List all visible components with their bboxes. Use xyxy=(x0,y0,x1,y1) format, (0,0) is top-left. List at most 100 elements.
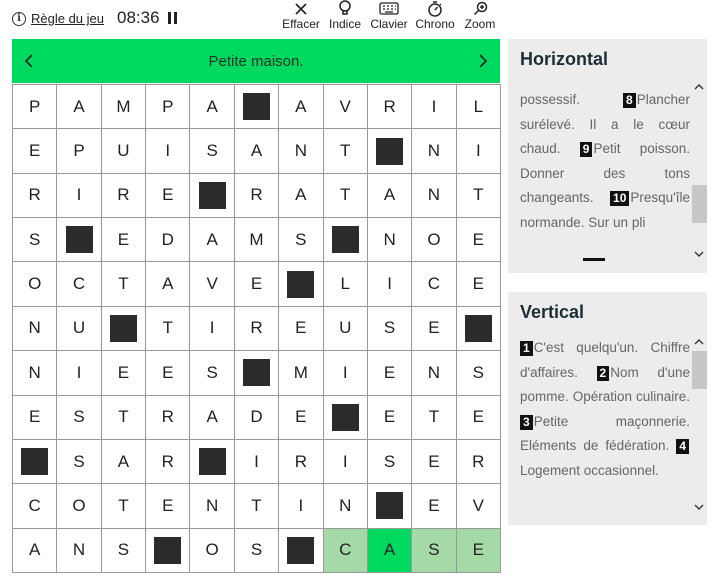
grid-cell[interactable]: I xyxy=(146,129,191,174)
grid-cell[interactable]: T xyxy=(323,129,368,174)
grid-cell[interactable]: E xyxy=(367,395,413,440)
grid-cell[interactable]: R xyxy=(13,173,58,219)
grid-cell[interactable]: S xyxy=(279,218,324,263)
keyboard-button[interactable]: Clavier xyxy=(364,0,414,31)
grid-cell[interactable]: C xyxy=(57,262,102,307)
grid-cell[interactable]: I xyxy=(190,306,235,352)
clue-text[interactable]: Logement occasionnel. xyxy=(520,463,659,478)
erase-button[interactable]: Effacer xyxy=(276,0,326,31)
previous-clue-button[interactable] xyxy=(14,39,44,83)
grid-cell[interactable]: P xyxy=(146,85,191,130)
grid-cell[interactable]: E xyxy=(101,351,147,396)
grid-cell[interactable]: S xyxy=(367,306,413,352)
grid-cell[interactable]: S xyxy=(190,129,235,174)
grid-cell[interactable]: I xyxy=(279,484,324,529)
grid-cell[interactable]: A xyxy=(279,85,324,130)
grid-cell[interactable]: S xyxy=(412,528,457,573)
grid-cell[interactable]: T xyxy=(412,395,457,440)
grid-cell[interactable]: O xyxy=(412,218,457,263)
grid-cell[interactable]: S xyxy=(456,351,501,396)
grid-cell[interactable]: M xyxy=(234,218,280,263)
grid-cell[interactable]: O xyxy=(190,528,235,573)
grid-cell[interactable]: V xyxy=(190,262,235,307)
chevron-up-icon[interactable] xyxy=(691,334,707,348)
grid-cell[interactable]: P xyxy=(13,85,58,130)
grid-cell[interactable]: V xyxy=(456,484,501,529)
grid-cell[interactable]: I xyxy=(367,262,413,307)
grid-cell[interactable]: O xyxy=(57,484,102,529)
grid-cell[interactable]: A xyxy=(367,528,413,573)
grid-cell[interactable]: N xyxy=(279,129,324,174)
grid-cell[interactable]: N xyxy=(13,306,58,352)
grid-cell[interactable]: R xyxy=(101,173,147,219)
clue-text[interactable]: possessif. xyxy=(520,92,580,107)
grid-cell[interactable]: S xyxy=(234,528,280,573)
grid-cell[interactable]: A xyxy=(57,85,102,130)
grid-cell[interactable]: S xyxy=(367,439,413,485)
grid-cell[interactable]: O xyxy=(13,262,58,307)
hint-button[interactable]: Indice xyxy=(320,0,370,31)
grid-cell[interactable]: R xyxy=(279,439,324,485)
grid-cell[interactable]: A xyxy=(234,129,280,174)
grid-cell[interactable]: E xyxy=(412,439,457,485)
grid-cell[interactable]: T xyxy=(101,484,147,529)
grid-cell[interactable]: T xyxy=(101,395,147,440)
grid-cell[interactable]: A xyxy=(101,439,147,485)
grid-cell[interactable]: N xyxy=(412,129,457,174)
grid-cell[interactable]: R xyxy=(146,439,191,485)
grid-cell[interactable]: L xyxy=(456,85,501,130)
grid-cell[interactable]: T xyxy=(323,173,368,219)
grid-cell[interactable]: D xyxy=(146,218,191,263)
chevron-down-icon[interactable] xyxy=(691,500,707,514)
grid-cell[interactable]: S xyxy=(101,528,147,573)
grid-cell[interactable]: T xyxy=(101,262,147,307)
grid-cell[interactable]: A xyxy=(146,262,191,307)
scroll-thumb[interactable] xyxy=(692,185,707,223)
grid-cell[interactable]: T xyxy=(234,484,280,529)
clue-text[interactable]: Petite maçonnerie. Eléments de fédératio… xyxy=(520,414,690,454)
grid-cell[interactable]: R xyxy=(367,85,413,130)
grid-cell[interactable]: I xyxy=(323,439,368,485)
grid-cell[interactable]: C xyxy=(412,262,457,307)
grid-cell[interactable]: A xyxy=(279,173,324,219)
grid-cell[interactable]: D xyxy=(234,395,280,440)
grid-cell[interactable]: E xyxy=(279,306,324,352)
horizontal-scrollbar[interactable] xyxy=(691,79,707,269)
grid-cell[interactable]: E xyxy=(146,484,191,529)
grid-cell[interactable]: E xyxy=(146,351,191,396)
grid-cell[interactable]: S xyxy=(13,218,58,263)
grid-cell[interactable]: E xyxy=(456,218,501,263)
grid-cell[interactable]: E xyxy=(234,262,280,307)
grid-cell[interactable]: E xyxy=(456,528,501,573)
grid-cell[interactable]: E xyxy=(412,484,457,529)
grid-cell[interactable]: C xyxy=(13,484,58,529)
grid-cell[interactable]: U xyxy=(57,306,102,352)
grid-cell[interactable]: N xyxy=(323,484,368,529)
grid-cell[interactable]: E xyxy=(456,262,501,307)
grid-cell[interactable]: V xyxy=(323,85,368,130)
grid-cell[interactable]: U xyxy=(323,306,368,352)
grid-cell[interactable]: N xyxy=(13,351,58,396)
grid-cell[interactable]: E xyxy=(456,395,501,440)
grid-cell[interactable]: C xyxy=(323,528,368,573)
grid-cell[interactable]: T xyxy=(146,306,191,352)
grid-cell[interactable]: L xyxy=(323,262,368,307)
grid-cell[interactable]: N xyxy=(190,484,235,529)
grid-cell[interactable]: E xyxy=(367,351,413,396)
grid-cell[interactable]: R xyxy=(234,173,280,219)
grid-cell[interactable]: S xyxy=(190,351,235,396)
grid-cell[interactable]: N xyxy=(367,218,413,263)
grid-cell[interactable]: A xyxy=(190,85,235,130)
grid-cell[interactable]: I xyxy=(57,173,102,219)
grid-cell[interactable]: E xyxy=(101,218,147,263)
grid-cell[interactable]: U xyxy=(101,129,147,174)
grid-cell[interactable]: A xyxy=(13,528,58,573)
grid-cell[interactable]: I xyxy=(57,351,102,396)
grid-cell[interactable]: A xyxy=(190,218,235,263)
grid-cell[interactable]: M xyxy=(279,351,324,396)
grid-cell[interactable]: N xyxy=(412,173,457,219)
grid-cell[interactable]: R xyxy=(234,306,280,352)
grid-cell[interactable]: T xyxy=(456,173,501,219)
zoom-button[interactable]: Zoom xyxy=(455,0,505,31)
grid-cell[interactable]: I xyxy=(412,85,457,130)
